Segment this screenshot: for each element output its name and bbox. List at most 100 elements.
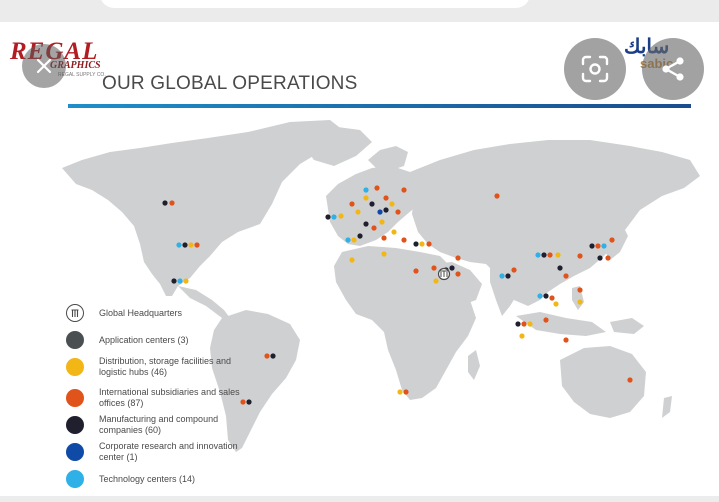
title-underline	[68, 104, 691, 108]
legend-swatch	[66, 358, 84, 376]
legend-item-distribution: Distribution, storage facilities and log…	[66, 356, 249, 378]
map-marker	[563, 337, 569, 343]
map-marker	[383, 195, 389, 201]
page-title: OUR GLOBAL OPERATIONS	[102, 73, 358, 94]
legend-item-technology-centers: Technology centers (14)	[66, 470, 249, 488]
legend-label: International subsidiaries and sales off…	[99, 387, 240, 408]
map-marker	[374, 185, 380, 191]
map-marker	[371, 225, 377, 231]
map-marker	[345, 237, 351, 243]
legend-swatch	[66, 443, 84, 461]
browser-top-bar	[0, 0, 719, 22]
map-marker	[325, 214, 331, 220]
share-icon	[662, 57, 684, 81]
regal-logo-tagline: REGAL SUPPLY CO.	[58, 72, 106, 78]
map-marker	[413, 268, 419, 274]
map-marker	[455, 271, 461, 277]
legend-label: Technology centers (14)	[99, 473, 196, 484]
legend-item-headquarters: Global Headquarters	[66, 304, 249, 322]
map-marker	[419, 241, 425, 247]
map-marker	[433, 278, 439, 284]
map-marker	[413, 241, 419, 247]
share-button[interactable]	[642, 38, 704, 100]
legend-swatch	[66, 331, 84, 349]
map-marker	[162, 200, 168, 206]
map-marker	[395, 209, 401, 215]
search-bar[interactable]	[100, 0, 530, 8]
map-marker	[455, 255, 461, 261]
map-marker	[499, 273, 505, 279]
map-marker	[183, 278, 189, 284]
map-legend: Global Headquarters Application centers …	[66, 300, 266, 496]
map-marker	[369, 201, 375, 207]
map-marker	[589, 243, 595, 249]
map-marker	[383, 207, 389, 213]
map-marker	[403, 389, 409, 395]
map-marker	[349, 257, 355, 263]
legend-swatch	[66, 416, 84, 434]
map-marker	[449, 265, 455, 271]
map-marker	[338, 213, 344, 219]
map-marker	[557, 265, 563, 271]
map-marker	[627, 377, 633, 383]
new-zealand-landmass	[662, 396, 672, 418]
legend-label: Manufacturing and compound companies (60…	[99, 414, 219, 435]
map-marker	[601, 243, 607, 249]
map-marker	[605, 255, 611, 261]
map-marker	[177, 278, 183, 284]
map-marker	[555, 252, 561, 258]
map-marker	[182, 242, 188, 248]
map-marker	[363, 221, 369, 227]
map-marker	[397, 389, 403, 395]
map-marker	[549, 295, 555, 301]
map-marker	[511, 267, 517, 273]
map-marker	[351, 237, 357, 243]
map-marker	[543, 317, 549, 323]
global-headquarters-marker	[437, 267, 451, 281]
madagascar-landmass	[468, 350, 480, 380]
map-marker	[401, 237, 407, 243]
map-marker	[363, 195, 369, 201]
visual-search-icon	[581, 55, 609, 83]
map-marker	[377, 209, 383, 215]
map-marker	[171, 278, 177, 284]
legend-swatch	[66, 470, 84, 488]
map-marker	[431, 265, 437, 271]
map-marker	[270, 353, 276, 359]
map-marker	[426, 241, 432, 247]
close-icon	[36, 58, 52, 74]
greenland-landmass	[302, 126, 372, 166]
map-marker	[515, 321, 521, 327]
map-marker	[577, 287, 583, 293]
map-marker	[535, 252, 541, 258]
legend-label: Application centers (3)	[99, 334, 189, 345]
map-marker	[537, 293, 543, 299]
map-marker	[541, 252, 547, 258]
map-marker	[391, 229, 397, 235]
legend-item-manufacturing: Manufacturing and compound companies (60…	[66, 414, 249, 436]
map-marker	[577, 253, 583, 259]
map-marker	[355, 209, 361, 215]
map-marker	[505, 273, 511, 279]
scandinavia-landmass	[368, 146, 408, 170]
map-marker	[381, 235, 387, 241]
map-marker	[519, 333, 525, 339]
map-marker	[595, 243, 601, 249]
map-marker	[389, 201, 395, 207]
map-marker	[188, 242, 194, 248]
legend-item-application-centers: Application centers (3)	[66, 331, 249, 349]
map-marker	[401, 187, 407, 193]
map-marker	[527, 321, 533, 327]
map-marker	[379, 219, 385, 225]
map-marker	[543, 293, 549, 299]
legend-label: Corporate research and innovation center…	[99, 441, 238, 462]
legend-item-subsidiaries: International subsidiaries and sales off…	[66, 387, 249, 409]
map-marker	[363, 187, 369, 193]
visual-search-button[interactable]	[564, 38, 626, 100]
map-marker	[597, 255, 603, 261]
map-marker	[609, 237, 615, 243]
australia-landmass	[560, 346, 646, 418]
map-marker	[357, 233, 363, 239]
close-button[interactable]	[22, 44, 66, 88]
legend-item-research-center: Corporate research and innovation center…	[66, 441, 249, 463]
